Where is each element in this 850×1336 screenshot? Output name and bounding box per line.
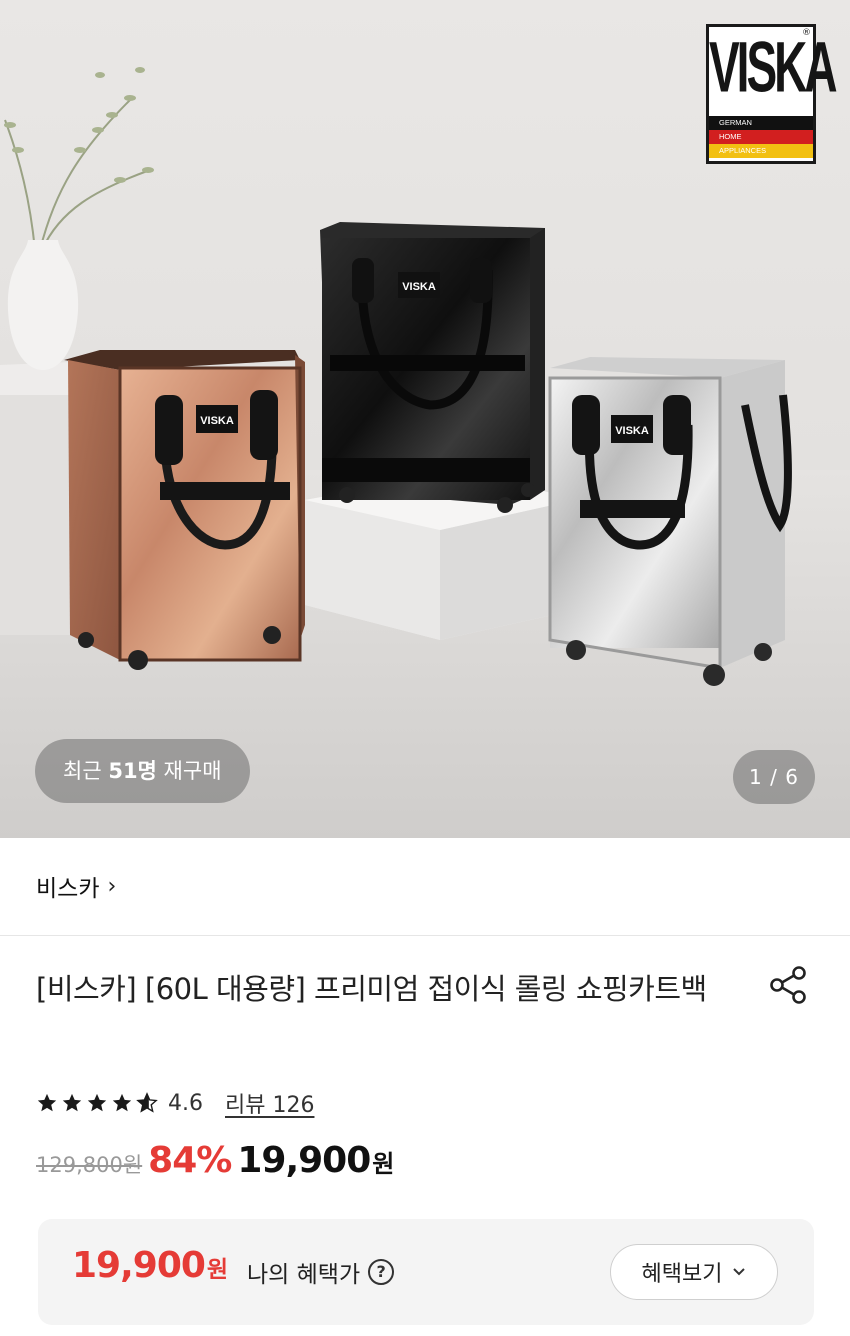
view-benefits-label: 혜택보기 [641, 1262, 723, 1287]
svg-text:VISKA: VISKA [200, 415, 234, 427]
benefit-price-unit: 원 [206, 1257, 229, 1283]
star-full-icon [112, 1093, 132, 1112]
benefit-box: 19,900 원 나의 혜택가 ? 혜택보기 [38, 1219, 814, 1325]
benefit-label-row: 나의 혜택가 ? [247, 1255, 395, 1289]
repurchase-suffix: 재구매 [156, 759, 222, 783]
help-icon[interactable]: ? [368, 1259, 395, 1285]
sale-price: 19,900 [237, 1140, 371, 1181]
original-price: 129,800원 [36, 1153, 143, 1177]
rating-row: 4.6 리뷰 126 [36, 1086, 314, 1120]
rose-gold-bag: VISKA [64, 350, 305, 670]
black-bag: VISKA [320, 222, 545, 513]
chevron-down-icon [733, 1268, 746, 1276]
rating-value: 4.6 [168, 1090, 203, 1116]
star-full-icon [37, 1093, 57, 1112]
star-half-icon [136, 1092, 158, 1113]
store-link[interactable]: 비스카 › [36, 869, 116, 903]
view-benefits-button[interactable]: 혜택보기 [610, 1244, 778, 1300]
discount-rate: 84% [148, 1140, 232, 1181]
svg-text:VISKA: VISKA [402, 281, 436, 293]
benefit-label: 나의 혜택가 [247, 1262, 361, 1288]
share-button[interactable] [766, 963, 812, 1009]
benefit-price: 19,900 원 [72, 1245, 228, 1286]
star-full-icon [62, 1093, 82, 1112]
share-icon [770, 966, 806, 1004]
review-link[interactable]: 리뷰 126 [225, 1087, 314, 1119]
logo-stripe-appliances: APPLIANCES [709, 144, 813, 158]
repurchase-prefix: 최근 [63, 759, 109, 783]
image-pager: 1 / 6 [733, 750, 815, 804]
logo-stripe-german: GERMAN [709, 116, 813, 130]
benefit-price-value: 19,900 [72, 1245, 206, 1286]
registered-mark: ® [802, 28, 811, 38]
store-name: 비스카 [36, 876, 100, 902]
product-title: [비스카] [60L 대용량] 프리미엄 접이식 롤링 쇼핑카트백 [36, 972, 707, 1006]
logo-stripe-home: HOME [709, 130, 813, 144]
svg-text:VISKA: VISKA [615, 425, 649, 437]
product-image-carousel[interactable]: VISKA VISKA VISKA VISKA ® GERMAN HOME AP… [0, 0, 850, 838]
store-row: 비스카 › [0, 838, 850, 936]
star-rating [36, 1092, 158, 1114]
silver-bag: VISKA [548, 357, 792, 686]
repurchase-badge: 최근 51명 재구매 [35, 739, 250, 803]
brand-logo-text: VISKA [709, 26, 838, 107]
star-full-icon [87, 1093, 107, 1112]
price-row: 129,800원 84% 19,900 원 [36, 1140, 394, 1196]
repurchase-count: 51명 [108, 759, 157, 783]
brand-logo: VISKA ® GERMAN HOME APPLIANCES [706, 24, 838, 164]
chevron-right-icon: › [107, 873, 117, 899]
sale-price-unit: 원 [372, 1150, 395, 1178]
